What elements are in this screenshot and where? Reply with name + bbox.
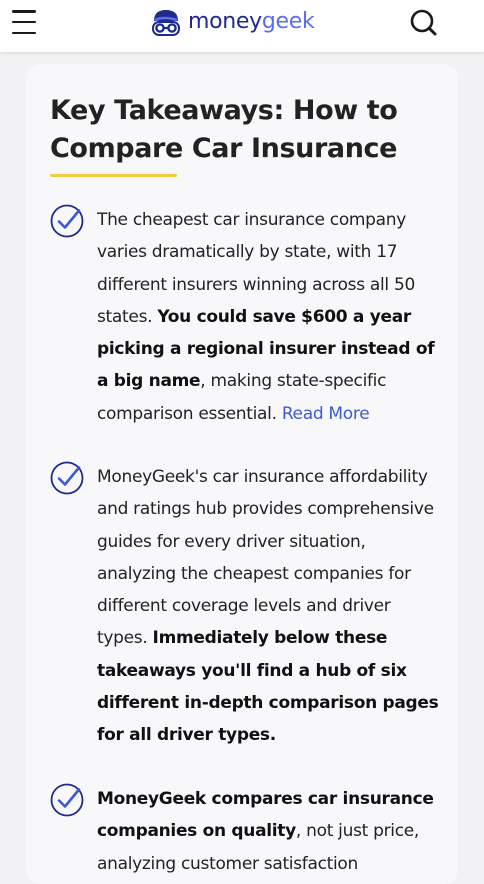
logo-text-geek: geek (261, 9, 315, 34)
logo-wordmark: moneygeek (188, 9, 315, 34)
takeaway-text: MoneyGeek compares car insurance compani… (97, 783, 442, 880)
read-more-link[interactable]: Read More (282, 404, 370, 424)
logo-text-money: money (188, 9, 262, 34)
takeaway-text: The cheapest car insurance company varie… (97, 204, 442, 430)
search-icon[interactable] (408, 6, 440, 38)
geek-mascot-icon (152, 10, 180, 36)
menu-bar (12, 10, 36, 13)
menu-bar (12, 20, 36, 24)
menu-bar (12, 31, 36, 34)
check-circle-icon (50, 204, 84, 238)
takeaway-text-part: MoneyGeek's car insurance affordability … (97, 467, 434, 649)
check-circle-icon (50, 461, 84, 495)
check-circle-icon (50, 783, 84, 817)
moneygeek-logo[interactable]: moneygeek (150, 6, 315, 38)
title-underline (50, 174, 177, 177)
key-takeaways-card: Key Takeaways: How to Compare Car Insura… (26, 64, 458, 884)
app-header: moneygeek (0, 0, 484, 52)
takeaway-text: MoneyGeek's car insurance affordability … (97, 461, 442, 752)
menu-icon[interactable] (12, 10, 42, 34)
card-title: Key Takeaways: How to Compare Car Insura… (50, 95, 398, 164)
